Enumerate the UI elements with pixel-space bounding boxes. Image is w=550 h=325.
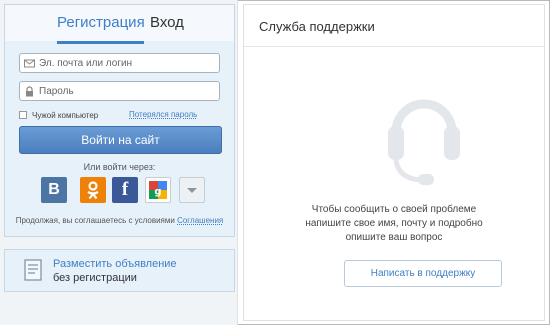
foreign-computer-checkbox[interactable] xyxy=(19,111,27,119)
foreign-computer-label: Чужой компьютер xyxy=(32,110,99,120)
auth-tabs: Регистрация Вход xyxy=(5,5,234,41)
terms-notice: Продолжая, вы соглашаетесь с условиями С… xyxy=(5,216,234,225)
email-field[interactable] xyxy=(19,53,220,73)
tab-register[interactable]: Регистрация xyxy=(57,14,145,31)
email-input[interactable] xyxy=(39,55,209,71)
write-to-support-button[interactable]: Написать в поддержку xyxy=(344,260,502,287)
facebook-icon[interactable]: f xyxy=(112,177,138,203)
left-column: Регистрация Вход Чужой компьютер Потерял… xyxy=(0,0,238,325)
post-ad-box[interactable]: Разместить объявление без регистрации xyxy=(4,249,235,292)
login-box: Регистрация Вход Чужой компьютер Потерял… xyxy=(4,4,235,237)
support-description: Чтобы сообщить о своей проблеме напишите… xyxy=(244,203,544,245)
more-social-button[interactable] xyxy=(179,177,205,203)
tab-login[interactable]: Вход xyxy=(150,14,184,31)
headset-icon xyxy=(388,99,460,185)
odnoklassniki-icon[interactable] xyxy=(80,177,106,203)
google-plus-icon[interactable]: g xyxy=(145,177,171,203)
post-ad-subtitle: без регистрации xyxy=(53,272,137,284)
password-input[interactable] xyxy=(39,83,209,99)
support-title: Служба поддержки xyxy=(259,19,375,34)
terms-text: Продолжая, вы соглашаетесь с условиями xyxy=(15,216,175,225)
svg-text:g: g xyxy=(154,187,161,198)
tab-register-underline xyxy=(57,41,144,44)
support-text-line: напишите свое имя, почту и подробно xyxy=(305,218,483,229)
divider xyxy=(244,46,544,47)
odnoklassniki-glyph xyxy=(87,181,99,200)
password-field[interactable] xyxy=(19,81,220,101)
document-icon xyxy=(24,259,42,281)
post-ad-link[interactable]: Разместить объявление xyxy=(53,258,177,270)
login-submit-button[interactable]: Войти на сайт xyxy=(19,126,222,154)
forgot-password-link[interactable]: Потерялся пароль xyxy=(129,110,197,119)
lock-icon xyxy=(26,85,33,96)
terms-link[interactable]: Соглашения xyxy=(177,216,223,225)
support-panel: Служба поддержки Чтобы сообщить о своей … xyxy=(243,4,545,321)
envelope-icon xyxy=(24,59,35,67)
google-plus-glyph: g xyxy=(149,181,167,199)
chevron-down-icon xyxy=(187,188,197,193)
support-text-line: опишите ваш вопрос xyxy=(345,232,443,243)
foreign-computer-option[interactable]: Чужой компьютер xyxy=(19,109,98,121)
vk-icon[interactable]: B xyxy=(41,177,67,203)
support-text-line: Чтобы сообщить о своей проблеме xyxy=(311,204,477,215)
or-login-via-label: Или войти через: xyxy=(83,162,156,172)
